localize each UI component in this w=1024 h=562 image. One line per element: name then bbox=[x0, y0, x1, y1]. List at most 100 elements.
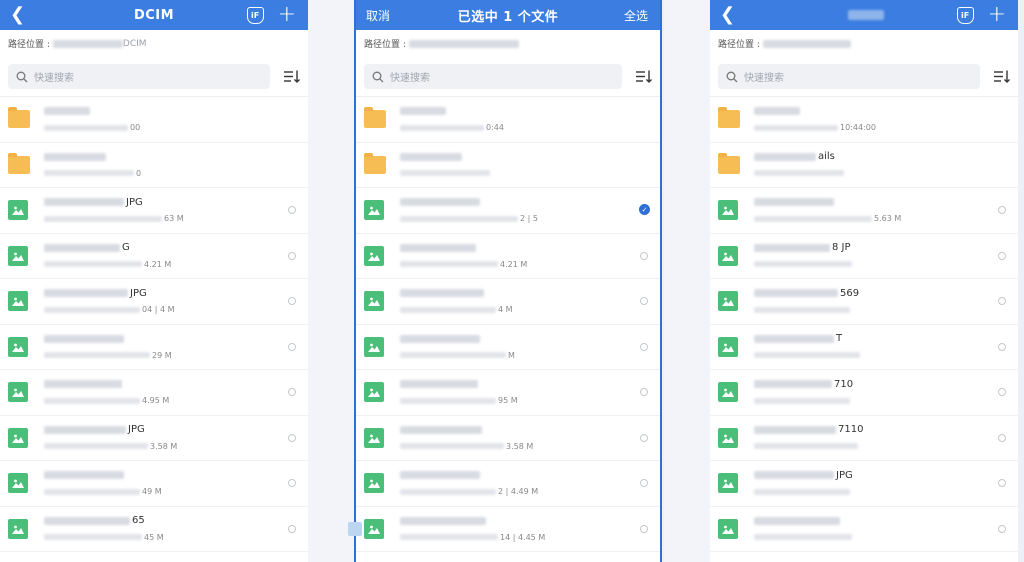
file-name bbox=[400, 515, 545, 526]
folder-row[interactable]: 10:44:00 bbox=[710, 97, 1018, 143]
file-row[interactable]: G 4.21 M bbox=[0, 234, 308, 279]
top-bar: ❮ DCIM iF + bbox=[0, 0, 308, 30]
file-browser-panel-selection: 取消 已选中 1 个文件 全选 路径位置 : 快速搜索 0:44 2 | 5 ✓ 4.… bbox=[354, 0, 662, 562]
select-radio[interactable] bbox=[640, 251, 648, 260]
file-row[interactable]: 8 JP bbox=[710, 234, 1018, 279]
folder-icon bbox=[364, 152, 386, 174]
select-radio[interactable] bbox=[288, 251, 296, 260]
file-row[interactable]: 710 bbox=[710, 370, 1018, 416]
shield-icon[interactable]: iF bbox=[956, 6, 974, 24]
file-name: G bbox=[44, 242, 171, 253]
plus-icon[interactable]: + bbox=[278, 4, 296, 26]
folder-row[interactable]: 0:44 bbox=[356, 97, 660, 143]
file-name: T bbox=[754, 333, 862, 344]
select-radio[interactable] bbox=[288, 342, 296, 351]
search-input[interactable]: 快速搜索 bbox=[364, 64, 622, 89]
file-list: 10:44:00 ails 5.63 M 8 JP 569 T 710 7110 JPG bbox=[710, 97, 1018, 552]
select-radio[interactable] bbox=[998, 433, 1006, 442]
file-row[interactable]: 4.21 M bbox=[356, 234, 660, 279]
select-radio[interactable] bbox=[640, 342, 648, 351]
select-radio[interactable] bbox=[640, 524, 648, 533]
search-input[interactable]: 快速搜索 bbox=[718, 64, 980, 89]
select-radio[interactable] bbox=[998, 206, 1006, 215]
file-row[interactable]: 7110 bbox=[710, 416, 1018, 461]
file-row[interactable] bbox=[710, 507, 1018, 552]
folder-row[interactable]: 00 bbox=[0, 97, 308, 143]
file-info-blurred bbox=[44, 488, 140, 495]
image-file-icon bbox=[364, 427, 384, 448]
file-row[interactable]: T bbox=[710, 325, 1018, 370]
file-name-blurred bbox=[754, 289, 838, 298]
file-name bbox=[400, 333, 515, 344]
chevron-left-icon[interactable]: ❮ bbox=[10, 6, 25, 24]
select-radio[interactable] bbox=[288, 524, 296, 533]
select-radio[interactable] bbox=[998, 251, 1006, 260]
file-info-blurred bbox=[400, 306, 496, 313]
file-row[interactable]: JPG bbox=[710, 461, 1018, 507]
select-radio[interactable] bbox=[288, 433, 296, 442]
search-row: 快速搜索 bbox=[710, 57, 1018, 97]
file-info-visible: 0:44 bbox=[486, 123, 504, 133]
select-radio[interactable] bbox=[288, 297, 296, 306]
file-row[interactable]: JPG 04 | 4 M bbox=[0, 279, 308, 325]
select-radio[interactable] bbox=[640, 297, 648, 306]
file-row[interactable]: 5.63 M bbox=[710, 188, 1018, 234]
file-row[interactable]: 95 M bbox=[356, 370, 660, 416]
checked-radio-icon[interactable]: ✓ bbox=[639, 204, 650, 216]
file-row[interactable]: 4.95 M bbox=[0, 370, 308, 416]
search-input[interactable]: 快速搜索 bbox=[8, 64, 270, 89]
file-info: 4.21 M bbox=[44, 259, 171, 269]
file-info: 00 bbox=[44, 123, 140, 133]
sort-icon[interactable] bbox=[980, 70, 1010, 83]
file-name bbox=[44, 470, 162, 481]
file-row[interactable]: 65 45 M bbox=[0, 507, 308, 552]
select-radio[interactable] bbox=[998, 342, 1006, 351]
shield-icon[interactable]: iF bbox=[246, 6, 264, 24]
select-radio[interactable] bbox=[640, 433, 648, 442]
select-all-button[interactable]: 全选 bbox=[624, 7, 648, 24]
file-info: 10:44:00 bbox=[754, 123, 876, 133]
file-row[interactable]: 29 M bbox=[0, 325, 308, 370]
folder-row[interactable]: 0 bbox=[0, 143, 308, 188]
select-radio[interactable] bbox=[640, 479, 648, 488]
select-radio[interactable] bbox=[288, 388, 296, 397]
file-row[interactable]: JPG 63 M bbox=[0, 188, 308, 234]
image-file-icon bbox=[718, 427, 738, 448]
file-row[interactable]: 569 bbox=[710, 279, 1018, 325]
file-row[interactable]: 2 | 4.49 M bbox=[356, 461, 660, 507]
file-name-blurred bbox=[44, 243, 120, 252]
image-file-icon bbox=[364, 291, 384, 312]
file-row[interactable]: 3.58 M bbox=[356, 416, 660, 461]
select-radio[interactable] bbox=[998, 524, 1006, 533]
file-info-blurred bbox=[44, 170, 134, 177]
file-info-blurred bbox=[44, 261, 142, 268]
page-title-blurred bbox=[847, 10, 884, 20]
folder-row[interactable]: ails bbox=[710, 143, 1018, 188]
image-file-icon bbox=[718, 336, 738, 357]
file-row[interactable]: M bbox=[356, 325, 660, 370]
chevron-left-icon[interactable]: ❮ bbox=[720, 6, 735, 24]
select-radio[interactable] bbox=[998, 297, 1006, 306]
file-info bbox=[754, 487, 853, 497]
top-bar: 取消 已选中 1 个文件 全选 bbox=[356, 0, 660, 30]
select-radio[interactable] bbox=[640, 388, 648, 397]
sort-icon[interactable] bbox=[270, 70, 300, 83]
select-radio[interactable] bbox=[288, 479, 296, 488]
select-radio[interactable] bbox=[998, 388, 1006, 397]
image-file-icon bbox=[364, 518, 384, 539]
file-row[interactable]: 14 | 4.45 M bbox=[356, 507, 660, 552]
file-row[interactable]: 4 M bbox=[356, 279, 660, 325]
cancel-button[interactable]: 取消 bbox=[366, 7, 390, 24]
file-row[interactable]: JPG 3.58 M bbox=[0, 416, 308, 461]
select-radio[interactable] bbox=[998, 479, 1006, 488]
file-name bbox=[44, 379, 169, 390]
file-row[interactable]: 2 | 5 ✓ bbox=[356, 188, 660, 234]
select-radio[interactable] bbox=[288, 206, 296, 215]
file-row[interactable]: 49 M bbox=[0, 461, 308, 507]
folder-row[interactable] bbox=[356, 143, 660, 188]
sort-icon[interactable] bbox=[622, 70, 652, 83]
plus-icon[interactable]: + bbox=[988, 4, 1006, 26]
file-info: 14 | 4.45 M bbox=[400, 532, 545, 542]
image-file-icon bbox=[718, 245, 738, 266]
file-name bbox=[44, 151, 141, 162]
